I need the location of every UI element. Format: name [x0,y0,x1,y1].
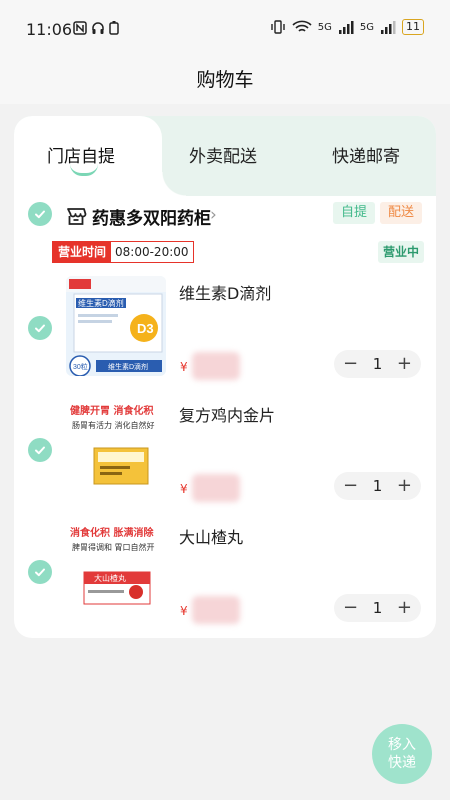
quantity-value[interactable]: 1 [373,599,383,617]
thumb-footer: 维生素D滴剂 [108,362,148,371]
status-time: 11:06 [26,20,73,39]
thumb-count: 30粒 [73,362,88,371]
product-name[interactable]: 复方鸡内金片 [179,402,275,426]
price-blurred [192,474,240,502]
quantity-value[interactable]: 1 [373,477,383,495]
status-right: 5G 5G 11 [270,19,424,35]
delivery-tag: 配送 [380,202,423,224]
decrease-button[interactable]: − [343,599,358,617]
business-hours-value: 08:00-20:00 [111,242,193,262]
increase-button[interactable]: + [397,355,412,373]
product-name[interactable]: 维生素D滴剂 [179,280,271,304]
title-bar: 购物车 [0,60,450,104]
price-blurred [192,352,240,380]
quantity-stepper: − 1 + [334,472,421,500]
product-image[interactable]: 消食化积 胀满消除 脾胃得调和 胃口自然开 大山楂丸 [66,520,166,620]
thumb-badge: D3 [137,321,154,336]
product-image[interactable]: 健脾开胃 消食化积 肠胃有活力 消化自然好 [66,398,166,498]
thumb-slogan: 健脾开胃 消食化积 [70,404,153,417]
vitamin-d-box-image: 维生素D滴剂 D3 30粒 维生素D滴剂 [66,276,166,376]
check-icon [35,446,45,455]
check-icon [35,210,45,219]
price-blurred [192,596,240,624]
cart-item: 健脾开胃 消食化积 肠胃有活力 消化自然好 复方鸡内金片 ¥ − 1 + [14,398,436,508]
signal-icon-2 [381,20,396,34]
check-icon [35,568,45,577]
item-checkbox[interactable] [28,560,52,584]
quantity-stepper: − 1 + [334,350,421,378]
network-label-2: 5G [359,21,374,33]
cart-item: 消食化积 胀满消除 脾胃得调和 胃口自然开 大山楂丸 大山楂丸 ¥ − 1 + [14,520,436,630]
store-icon [67,208,87,225]
tab-delivery[interactable]: 外卖配送 [189,142,257,167]
battery-saver-icon [109,21,119,35]
open-status-badge: 营业中 [378,241,425,263]
increase-button[interactable]: + [397,477,412,495]
battery-level: 11 [402,19,424,35]
tab-express[interactable]: 快递邮寄 [332,142,400,167]
tab-bar: 门店自提 外卖配送 快递邮寄 [14,116,436,196]
thumb-slogan: 消食化积 胀满消除 [70,526,154,539]
product-name[interactable]: 大山楂丸 [179,524,243,548]
decrease-button[interactable]: − [343,477,358,495]
chevron-right-icon[interactable]: › [210,205,217,225]
move-button-line1: 移入 [388,737,416,753]
thumb-subslogan: 脾胃得调和 胃口自然开 [72,542,155,552]
status-bar: 11:06 5G 5G 11 [0,0,450,60]
thumb-box-name: 大山楂丸 [94,573,126,583]
cart-card: 门店自提 外卖配送 快递邮寄 药惠多双阳药柜 › 自提 配送 营业时间 08:0… [14,116,436,638]
vibrate-icon [271,20,285,34]
headset-icon [92,22,104,34]
move-button-line2: 快递 [388,755,416,771]
tab-store-pickup[interactable]: 门店自提 [14,116,186,196]
store-checkbox[interactable] [28,202,52,226]
check-icon [35,324,45,333]
signal-icon [338,20,354,34]
status-left-icons [73,21,119,35]
tab-indicator [70,164,98,176]
network-label-1: 5G [317,21,332,33]
increase-button[interactable]: + [397,599,412,617]
item-checkbox[interactable] [28,438,52,462]
thumb-subslogan: 肠胃有活力 消化自然好 [72,420,155,430]
decrease-button[interactable]: − [343,355,358,373]
wifi-icon [292,20,312,32]
cart-item: 维生素D滴剂 D3 30粒 维生素D滴剂 维生素D滴剂 ¥ − 1 + [14,276,436,386]
quantity-stepper: − 1 + [334,594,421,622]
pickup-tag: 自提 [333,202,376,224]
business-hours: 营业时间 08:00-20:00 [52,241,194,263]
price-currency: ¥ [180,360,188,374]
store-name[interactable]: 药惠多双阳药柜 [92,204,211,229]
store-row: 药惠多双阳药柜 › 自提 配送 [14,202,436,232]
chicken-gizzard-tablet-image: 健脾开胃 消食化积 肠胃有活力 消化自然好 [66,398,166,498]
nfc-icon [73,21,87,35]
business-hours-label: 营业时间 [53,242,112,262]
quantity-value[interactable]: 1 [373,355,383,373]
hawthorn-pill-image: 消食化积 胀满消除 脾胃得调和 胃口自然开 大山楂丸 [66,520,166,620]
item-checkbox[interactable] [28,316,52,340]
price-currency: ¥ [180,482,188,496]
thumb-text: 维生素D滴剂 [78,298,124,308]
product-image[interactable]: 维生素D滴剂 D3 30粒 维生素D滴剂 [66,276,166,376]
price-currency: ¥ [180,604,188,618]
page-title: 购物车 [196,69,254,91]
move-to-express-button[interactable]: 移入 快递 [372,724,432,784]
